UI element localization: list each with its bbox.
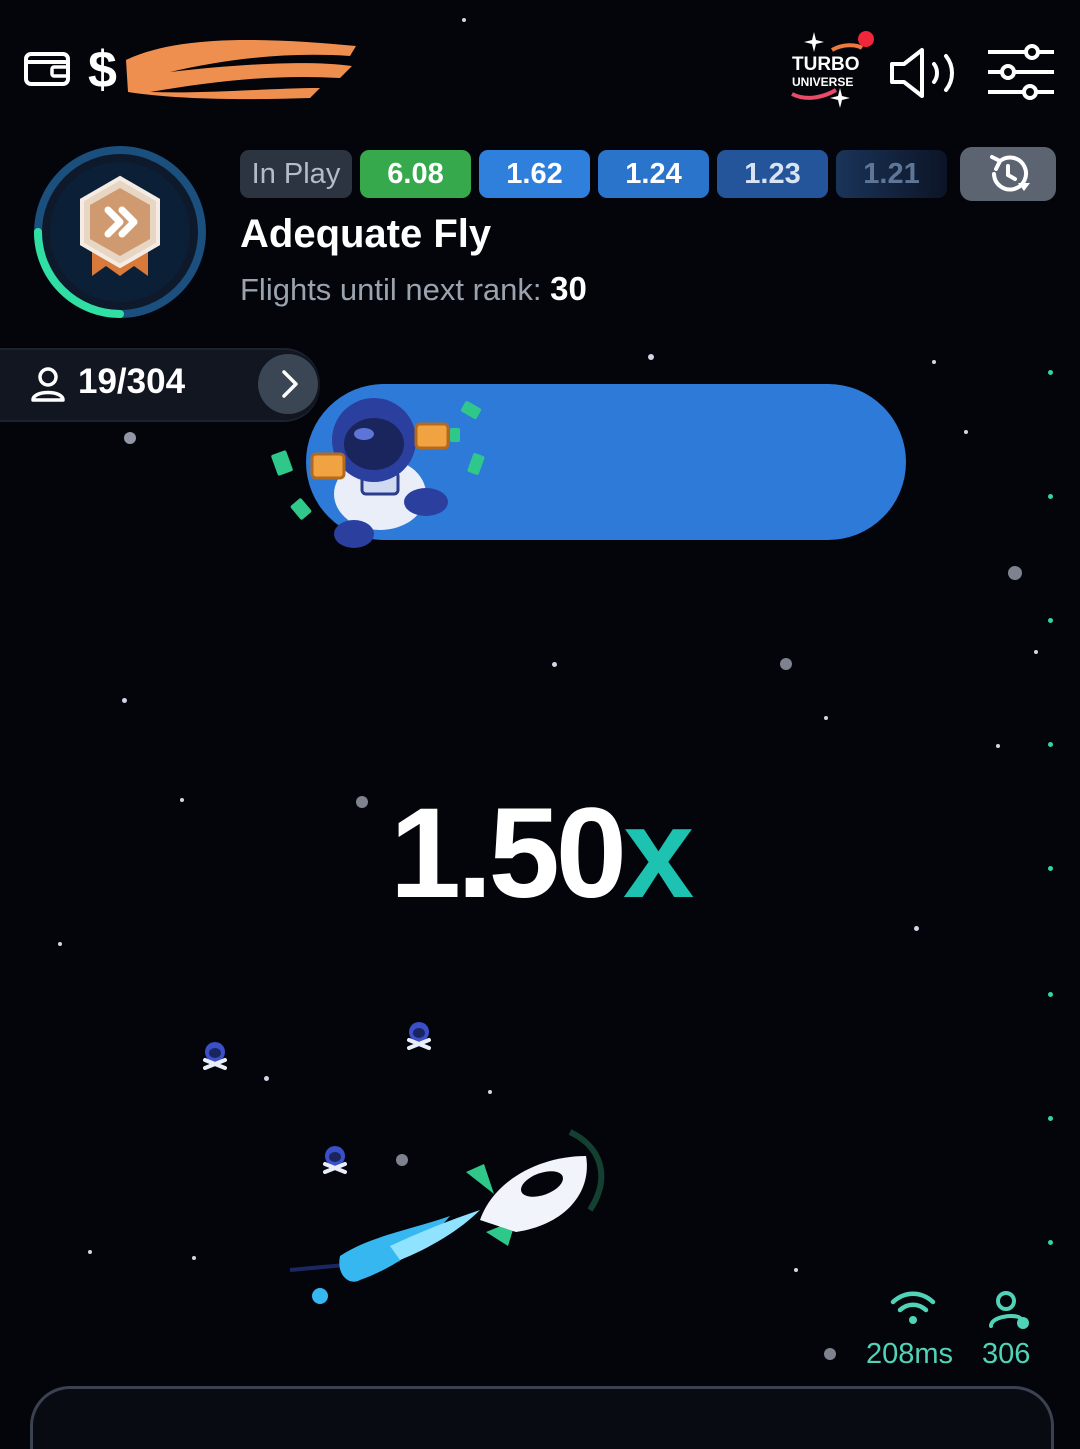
star (996, 744, 1000, 748)
sound-icon[interactable] (888, 44, 962, 102)
bet-panel (30, 1386, 1054, 1449)
progress-dot (1048, 1240, 1053, 1245)
online-users-icon (988, 1290, 1032, 1332)
rank-badge[interactable] (24, 142, 220, 332)
star (88, 1250, 92, 1254)
rank-progress: Flights until next rank: 30 (240, 270, 587, 308)
wallet-icon[interactable] (24, 52, 70, 86)
history-chip[interactable]: 1.24 (598, 150, 709, 198)
settings-icon[interactable] (986, 44, 1056, 100)
star (552, 662, 557, 667)
multiplier-history: In Play 6.08 1.62 1.24 1.23 1.21 (240, 150, 947, 198)
star (122, 698, 127, 703)
mini-astronaut-icon (404, 1020, 434, 1054)
progress-dot (1048, 992, 1053, 997)
star (488, 1090, 492, 1094)
progress-dot (1048, 618, 1053, 623)
logo-line2: UNIVERSE (792, 75, 853, 89)
balance-currency: $ (88, 41, 117, 99)
multiplier-value: 1.50 (389, 782, 627, 925)
history-chip[interactable]: 1.21 (836, 150, 947, 198)
history-chip[interactable]: 1.62 (479, 150, 590, 198)
progress-dot (1048, 494, 1053, 499)
star (794, 1268, 798, 1272)
online-count: 306 (982, 1338, 1031, 1370)
turbo-universe-logo: TURBO UNIVERSE (786, 30, 876, 108)
logo-line1: TURBO (792, 54, 860, 75)
in-play-chip[interactable]: In Play (240, 150, 352, 198)
star (264, 1076, 269, 1081)
top-bar: $ TURBO UNIVERSE (0, 0, 1080, 130)
history-chip[interactable]: 6.08 (360, 150, 471, 198)
star (58, 942, 62, 946)
star (648, 354, 654, 360)
rocket-illustration (280, 1120, 620, 1320)
progress-dot (1048, 370, 1053, 375)
rank-name: Adequate Fly (240, 212, 492, 256)
multiplier-suffix: x (622, 782, 694, 925)
star (192, 1256, 196, 1260)
star (932, 360, 936, 364)
rank-progress-label: Flights until next rank: (240, 272, 542, 307)
ping-value: 208ms (866, 1338, 954, 1370)
history-button[interactable] (960, 147, 1056, 201)
progress-dot (1048, 742, 1053, 747)
star (124, 432, 136, 444)
star (1008, 566, 1022, 580)
user-icon (30, 366, 66, 402)
star (824, 1348, 836, 1360)
players-count: 19/304 (78, 362, 186, 401)
history-icon (990, 155, 1030, 192)
wifi-icon (890, 1290, 936, 1326)
astronaut-illustration (266, 384, 502, 554)
star (964, 430, 968, 434)
star (780, 658, 792, 670)
balance-redaction (120, 30, 360, 102)
star (1034, 650, 1038, 654)
history-chip[interactable]: 1.23 (717, 150, 828, 198)
rank-progress-value: 30 (550, 270, 587, 307)
current-multiplier: 1.50x (0, 780, 1080, 927)
star (824, 716, 828, 720)
mini-astronaut-icon (200, 1040, 230, 1074)
progress-dot (1048, 1116, 1053, 1121)
